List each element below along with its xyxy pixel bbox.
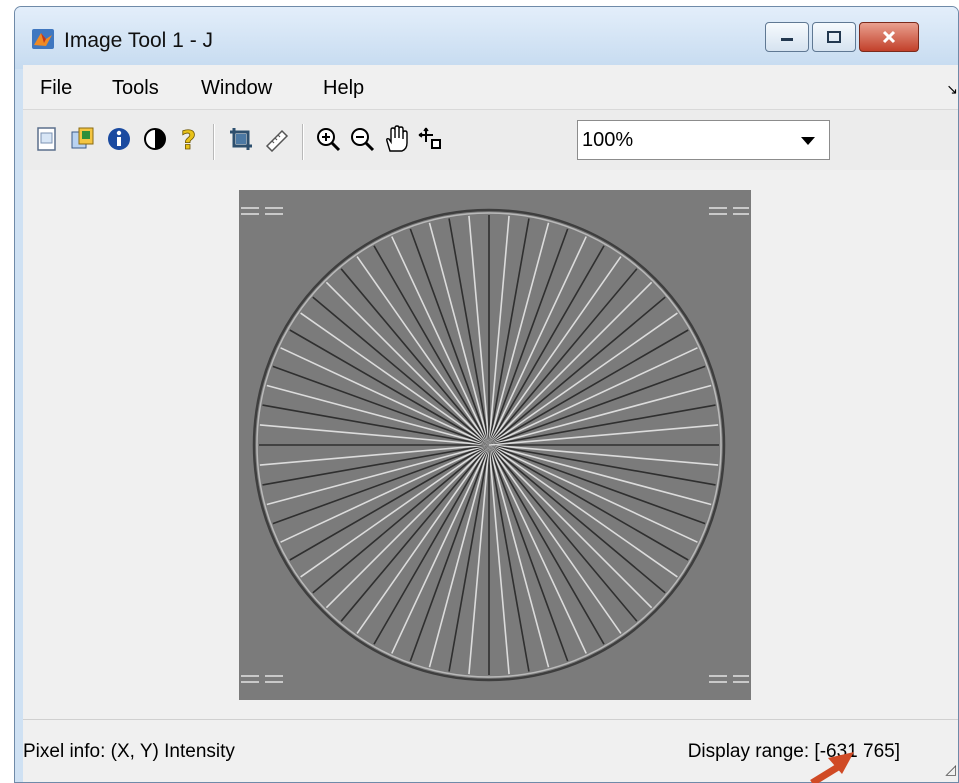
magnification-value: 100%	[582, 129, 634, 151]
help-button[interactable]: ?	[175, 122, 203, 156]
measure-distance-button[interactable]	[263, 122, 291, 156]
zoom-out-icon	[351, 128, 375, 152]
display-range-label: Display range: [-631 765]	[687, 741, 900, 762]
minimize-icon	[781, 38, 793, 41]
pan-hand-icon	[386, 125, 408, 152]
svg-text:?: ?	[181, 126, 196, 153]
measure-distance-icon	[265, 129, 289, 152]
adjust-contrast-button[interactable]	[141, 122, 169, 156]
crop-icon	[230, 128, 252, 150]
contrast-icon	[144, 128, 166, 150]
menu-tools[interactable]: Tools	[112, 77, 159, 100]
minimize-button[interactable]	[765, 22, 809, 52]
matlab-icon	[32, 29, 54, 49]
resize-grip-icon[interactable]: ◿	[945, 761, 956, 778]
toolbar-separator	[213, 124, 215, 160]
image-information-button[interactable]	[69, 122, 97, 156]
client-area: File Tools Window Help ↘ ? 100% Pixel in…	[23, 65, 958, 782]
chevron-down-icon[interactable]	[801, 137, 815, 145]
pixel-region-icon	[418, 127, 441, 149]
menu-file[interactable]: File	[40, 77, 72, 100]
toolbar-separator	[302, 124, 304, 160]
new-figure-icon	[37, 127, 56, 151]
callout-arrow-icon	[810, 752, 854, 783]
close-button[interactable]	[859, 22, 919, 52]
maximize-icon	[827, 31, 841, 43]
menu-bar: File Tools Window Help ↘	[23, 65, 958, 109]
dock-arrow-icon[interactable]: ↘	[946, 81, 958, 98]
image-tool-window: Image Tool 1 - J File Tools Window Help …	[14, 6, 959, 783]
pixel-region-button[interactable]	[416, 122, 444, 156]
toolbar: ? 100%	[23, 109, 958, 171]
menu-window[interactable]: Window	[201, 77, 272, 100]
magnification-combo[interactable]: 100%	[577, 120, 830, 160]
new-figure-button[interactable]	[33, 122, 61, 156]
help-icon: ?	[181, 126, 197, 153]
close-icon	[882, 30, 896, 44]
zoom-out-button[interactable]	[348, 122, 376, 156]
menu-help[interactable]: Help	[323, 77, 364, 100]
window-title: Image Tool 1 - J	[64, 29, 214, 52]
pan-button[interactable]	[382, 122, 410, 156]
zoom-in-button[interactable]	[314, 122, 342, 156]
pixel-info-label: Pixel info: (X, Y) Intensity	[23, 741, 235, 762]
image-info-icon	[71, 127, 94, 149]
title-bar[interactable]: Image Tool 1 - J	[15, 7, 958, 69]
image-scroll-panel[interactable]	[23, 170, 958, 718]
maximize-button[interactable]	[812, 22, 856, 52]
info-icon	[108, 128, 130, 150]
zoom-in-icon	[317, 128, 341, 152]
crop-button[interactable]	[227, 122, 255, 156]
star-chart-image[interactable]	[239, 190, 751, 700]
info-button[interactable]	[105, 122, 133, 156]
